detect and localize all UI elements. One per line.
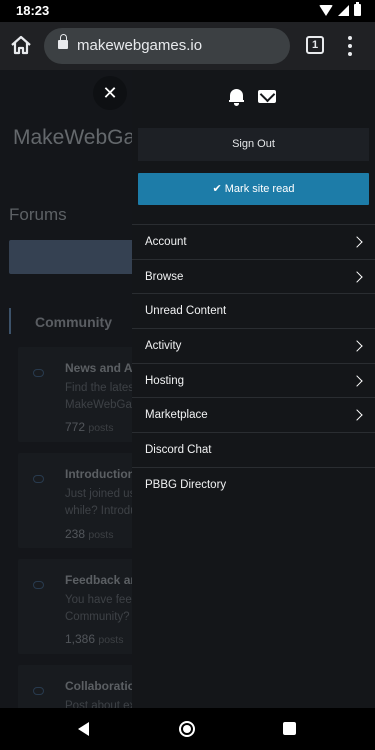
home-circle-icon[interactable] [179,721,195,737]
chevron-right-icon [351,236,363,248]
home-button[interactable] [8,32,34,58]
menu-item-pbbg-directory[interactable]: PBBG Directory [132,468,375,503]
status-icons [319,2,361,16]
battery-icon [354,2,361,16]
home-icon [11,35,31,55]
status-bar: 18:23 [0,0,375,22]
chevron-right-icon [351,271,363,283]
menu-item-unread-content[interactable]: Unread Content [132,294,375,330]
mark-site-read-label: Mark site read [224,183,295,195]
chevron-right-icon [351,409,363,422]
mark-site-read-button[interactable]: ✔ Mark site read [138,173,369,205]
tabs-button[interactable]: 1 [306,36,324,54]
navigation-drawer: Sign Out ✔ Mark site read Account Browse … [132,70,375,708]
recent-apps-icon[interactable] [283,722,296,735]
menu-item-hosting[interactable]: Hosting [132,364,375,399]
menu-item-account[interactable]: Account [132,225,375,260]
checkmark-icon: ✔ [212,183,222,195]
sign-out-button[interactable]: Sign Out [138,128,369,161]
web-page: MakeWebGames Forums Community News and A… [0,70,375,708]
envelope-icon[interactable] [258,90,276,103]
close-menu-button[interactable]: ✕ [93,76,127,110]
menu-item-discord-chat[interactable]: Discord Chat [132,433,375,468]
back-icon[interactable] [78,722,89,736]
menu-item-browse[interactable]: Browse [132,260,375,295]
menu-item-marketplace[interactable]: Marketplace [132,398,375,434]
overflow-menu-icon[interactable] [344,36,356,56]
chevron-right-icon [351,340,363,352]
chevron-right-icon [351,375,363,387]
system-nav-bar [0,708,375,750]
status-time: 18:23 [16,3,50,18]
url-text: makewebgames.io [77,37,203,54]
bell-icon[interactable] [229,88,244,106]
wifi-icon [319,4,333,16]
menu-item-activity[interactable]: Activity [132,329,375,364]
lock-icon [58,34,68,49]
drawer-menu: Account Browse Unread Content Activity H… [132,224,375,503]
address-bar[interactable]: makewebgames.io [44,28,290,64]
signal-icon [338,4,349,16]
browser-toolbar: makewebgames.io 1 [0,22,375,70]
drawer-user-icons [229,88,276,106]
